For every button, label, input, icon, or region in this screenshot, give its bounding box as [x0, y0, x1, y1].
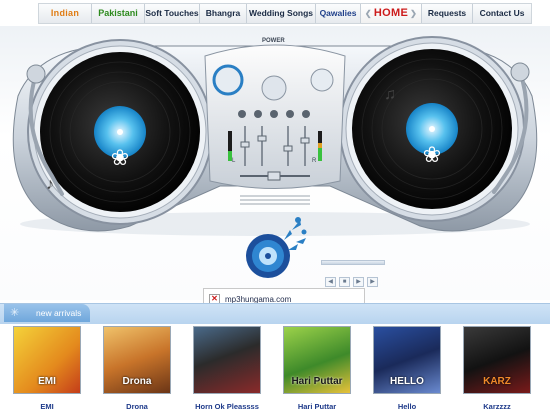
- stop-icon[interactable]: ■: [339, 277, 350, 287]
- right-record-label-icon: ❀: [422, 142, 442, 167]
- mixer-left-label: L: [232, 158, 236, 164]
- site-logo-icon[interactable]: [244, 212, 310, 282]
- album-card[interactable]: KARZ Karzzzz: [462, 326, 532, 411]
- album-title[interactable]: Hello: [372, 402, 442, 411]
- nav-tab-qawalies[interactable]: Qawalies: [316, 4, 361, 23]
- music-note-icon: ♫: [384, 86, 396, 103]
- nav-tab-bhangra[interactable]: Bhangra: [200, 4, 247, 23]
- nav-home-label: HOME: [373, 7, 409, 19]
- chevron-left-icon: ❮: [364, 9, 372, 18]
- mixer-power-label: POWER: [262, 38, 285, 44]
- chevron-right-icon: ❯: [410, 9, 418, 18]
- album-title[interactable]: Hari Puttar: [282, 402, 352, 411]
- album-title[interactable]: Karzzzz: [462, 402, 532, 411]
- album-cover-text: Drona: [122, 376, 152, 387]
- album-cover[interactable]: Drona: [103, 326, 171, 394]
- album-cover[interactable]: [193, 326, 261, 394]
- album-cover-text: Hari Puttar: [291, 376, 343, 387]
- album-cover[interactable]: KARZ: [463, 326, 531, 394]
- seek-bar[interactable]: [321, 260, 385, 265]
- left-record-label-icon: ❀: [110, 145, 130, 170]
- nav-tab-soft-touches[interactable]: Soft Touches: [145, 4, 200, 23]
- album-cover[interactable]: Hari Puttar: [283, 326, 351, 394]
- hero-dj-decks: POWER L R ❀ ❀ ♪ ♫ ◀ ■ ▶ ▶ ✕ mp3hungama.c…: [0, 26, 550, 310]
- nav-tab-indian[interactable]: Indian: [39, 4, 92, 23]
- star-icon: ✳: [10, 307, 20, 319]
- album-cover[interactable]: EMI: [13, 326, 81, 394]
- album-title[interactable]: Drona: [102, 402, 172, 411]
- music-note-icon: ♪: [46, 176, 54, 193]
- media-player: ◀ ■ ▶ ▶: [321, 260, 385, 287]
- album-title[interactable]: EMI: [12, 402, 82, 411]
- album-card[interactable]: HELLO Hello: [372, 326, 442, 411]
- new-arrivals-label: new arrivals: [36, 308, 82, 318]
- new-arrivals-header: ✳ new arrivals: [4, 304, 90, 322]
- nav-tab-contact-us[interactable]: Contact Us: [473, 4, 531, 23]
- album-card[interactable]: Horn Ok Pleassss: [192, 326, 262, 411]
- nav-tab-requests[interactable]: Requests: [422, 4, 473, 23]
- prev-icon[interactable]: ◀: [325, 277, 336, 287]
- album-card[interactable]: Drona Drona: [102, 326, 172, 411]
- album-cover[interactable]: HELLO: [373, 326, 441, 394]
- play-icon[interactable]: ▶: [353, 277, 364, 287]
- album-cover-text: EMI: [38, 376, 56, 387]
- album-title[interactable]: Horn Ok Pleassss: [192, 402, 262, 411]
- nav-tab-home[interactable]: ❮ HOME ❯: [361, 4, 422, 23]
- nav-tab-wedding-songs[interactable]: Wedding Songs: [247, 4, 316, 23]
- album-list: EMI EMI Drona Drona Horn Ok Pleassss Har…: [0, 326, 550, 414]
- nav-tab-pakistani[interactable]: Pakistani: [92, 4, 145, 23]
- album-card[interactable]: Hari Puttar Hari Puttar: [282, 326, 352, 411]
- main-nav: Indian Pakistani Soft Touches Bhangra We…: [38, 3, 532, 24]
- album-card[interactable]: EMI EMI: [12, 326, 82, 411]
- album-cover-text: KARZ: [483, 376, 511, 387]
- next-icon[interactable]: ▶: [367, 277, 378, 287]
- album-cover-text: HELLO: [390, 376, 424, 387]
- mixer-right-label: R: [312, 158, 317, 164]
